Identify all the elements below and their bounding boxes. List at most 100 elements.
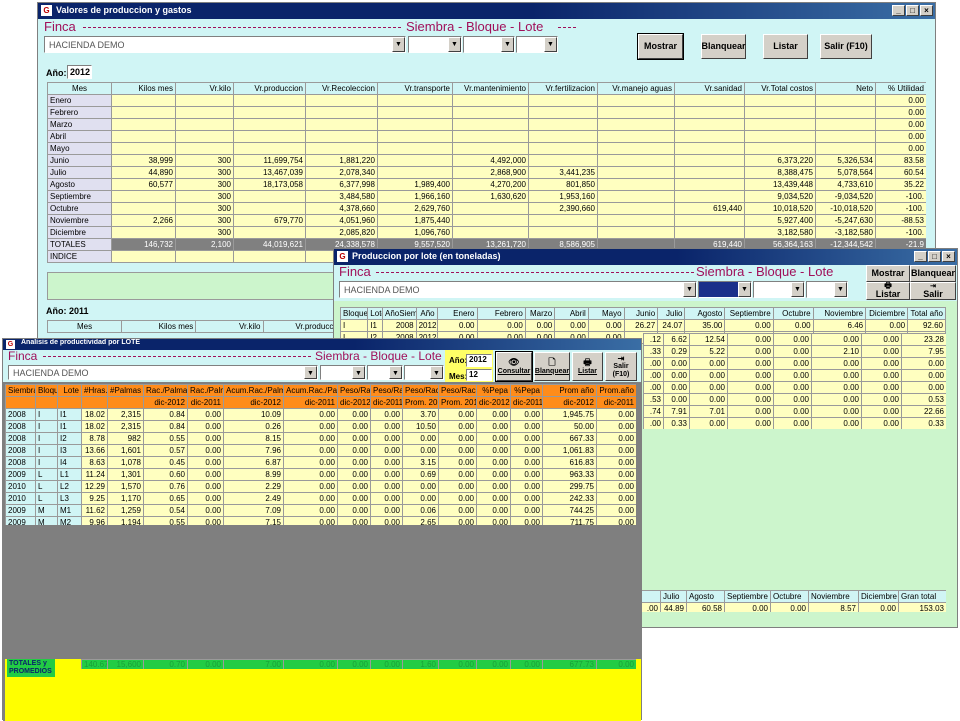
minimize-button[interactable]: _ [892, 5, 905, 16]
chevron-down-icon[interactable]: ▼ [392, 37, 405, 52]
bloque-select[interactable]: ▼ [463, 36, 515, 53]
lote-select[interactable]: ▼ [404, 365, 444, 380]
value-cell: I [340, 319, 369, 332]
listar-button[interactable]: 🖶 Listar [866, 281, 910, 300]
table-row[interactable]: .00 0.00 0.00 0.00 0.00 0.00 0.00 0.00 [643, 381, 946, 394]
productividad-grid[interactable]: SiembraBloqueLote#Hras.#PalmasRac./Palma… [5, 384, 636, 525]
title-bar[interactable]: G Valores de produccion y gastos _ □ × [38, 3, 935, 19]
table-row[interactable]: Septiembre 300 3,484,580 1,966,160 1,630,620… [47, 190, 926, 203]
siembra-select[interactable]: ▼ [698, 281, 752, 298]
table-row[interactable]: 2009 L L1 11.24 1,301 0.60 0.00 8.99 0.00 0.00 0.0… [5, 468, 636, 481]
column-header: Rac./Palma [187, 384, 224, 397]
table-row[interactable]: Diciembre 300 2,085,820 1,096,760 3,182,580-… [47, 226, 926, 239]
mostrar-button[interactable]: Mostrar [866, 265, 910, 282]
table-row[interactable]: Noviembre 2,266 300 679,770 4,051,960 1,875,4… [47, 214, 926, 227]
siembra-bloque-lote-label: Siembra - Bloque - Lote [406, 19, 544, 34]
table-row[interactable]: .33 0.29 5.22 0.00 0.00 2.10 0.00 7.95 [643, 345, 946, 358]
chevron-down-icon[interactable]: ▼ [544, 37, 557, 52]
table-row[interactable]: 2008 I I3 13.66 1,601 0.57 0.00 7.96 0.00 0.00 0.0… [5, 444, 636, 457]
value-cell [815, 130, 876, 143]
column-header: %Pepa [510, 384, 543, 397]
consultar-button[interactable]: 👁 Consultar [495, 351, 533, 382]
listar-button[interactable]: Listar [763, 34, 808, 59]
table-row[interactable]: 2010 L L2 12.29 1,570 0.76 0.00 2.29 0.00 0.00 0.0… [5, 480, 636, 493]
chevron-down-icon[interactable]: ▼ [738, 282, 751, 297]
chevron-down-icon[interactable]: ▼ [352, 366, 365, 379]
table-row[interactable]: Febrero 0.00 [47, 106, 926, 119]
lote-select[interactable]: ▼ [806, 281, 848, 298]
chevron-down-icon[interactable]: ▼ [304, 366, 317, 379]
blanquear-button[interactable]: Blanquear [910, 265, 956, 282]
value-cell: 6.87 [223, 456, 284, 469]
maximize-button[interactable]: □ [928, 251, 941, 262]
salir-button[interactable]: ⇥ Salir [910, 282, 956, 300]
value-cell: 6.62 [663, 333, 690, 346]
mostrar-button[interactable]: Mostrar [637, 33, 684, 60]
table-row[interactable]: 2010 L L3 9.25 1,170 0.65 0.00 2.49 0.00 0.00 0.00… [5, 492, 636, 505]
table-row[interactable]: Agosto 60,577 300 18,173,058 6,377,998 1,989,… [47, 178, 926, 191]
finca-select[interactable]: HACIENDA DEMO ▼ [339, 281, 697, 298]
year-input[interactable]: 2012 [466, 354, 492, 367]
table-row[interactable]: .00 0.00 0.00 0.00 0.00 0.00 0.00 0.00 [643, 357, 946, 370]
column-header: Kilos mes [111, 82, 176, 95]
mes-input[interactable]: 12 [466, 369, 492, 381]
table-row[interactable]: Junio 38,999 300 11,699,754 1,881,220 4,492,0… [47, 154, 926, 167]
value-cell [111, 94, 176, 107]
close-button[interactable]: × [942, 251, 955, 262]
table-row[interactable]: Marzo 0.00 [47, 118, 926, 131]
siembra-select[interactable]: ▼ [408, 36, 462, 53]
valores-grid[interactable]: Mes Kilos mes Vr.kilo Vr.produccion Vr.Recol… [47, 82, 926, 272]
table-row[interactable]: 2008 I I1 18.02 2,315 0.84 0.00 0.26 0.00 0.00 0.0… [5, 420, 636, 433]
listar-button[interactable]: 🖶 Listar [572, 352, 603, 381]
finca-select[interactable]: HACIENDA DEMO ▼ [8, 365, 318, 380]
chevron-down-icon[interactable]: ▼ [834, 282, 847, 297]
close-button[interactable]: × [920, 5, 933, 16]
column-header: Diciembre [865, 307, 909, 320]
table-row[interactable]: Enero 0.00 [47, 94, 926, 107]
table-row[interactable]: .00 0.33 0.00 0.00 0.00 0.00 0.00 0.33 [643, 417, 946, 429]
siembra-select[interactable]: ▼ [320, 365, 366, 380]
year-input[interactable]: 2012 [67, 65, 92, 79]
chevron-down-icon[interactable]: ▼ [389, 366, 402, 379]
salir-button[interactable]: Salir (F10) [820, 34, 872, 59]
table-row[interactable]: 2008 I I1 18.02 2,315 0.84 0.00 10.09 0.00 0.00 0.… [5, 408, 636, 421]
valores-grid-2011[interactable]: Mes Kilos mes Vr.kilo Vr.produccion [47, 320, 347, 334]
finca-select[interactable]: HACIENDA DEMO ▼ [44, 36, 406, 53]
lote-select[interactable]: ▼ [516, 36, 558, 53]
table-row[interactable]: .53 0.00 0.00 0.00 0.00 0.00 0.00 0.53 [643, 393, 946, 406]
table-row[interactable]: Abril 0.00 [47, 130, 926, 143]
table-row[interactable]: 2009 M M2 9.96 1,194 0.55 0.00 7.15 0.00 0.00 0.00… [5, 516, 636, 525]
chevron-down-icon[interactable]: ▼ [430, 366, 443, 379]
table-row[interactable]: .12 6.62 12.54 0.00 0.00 0.00 0.00 23.28 [643, 333, 946, 346]
value-cell: 0.00 [596, 516, 636, 525]
table-row[interactable]: Octubre 300 4,378,660 2,629,760 2,390,660 619… [47, 202, 926, 215]
minimize-button[interactable]: _ [914, 251, 927, 262]
table-row[interactable]: 2008 I I2 8.78 982 0.55 0.00 8.15 0.00 0.00 0.00 0.… [5, 432, 636, 445]
value-cell: 0.00 [811, 417, 862, 429]
table-row[interactable]: 2009 M M1 11.62 1,259 0.54 0.00 7.09 0.00 0.00 0.0… [5, 504, 636, 517]
table-row[interactable]: Mayo 0.00 [47, 142, 926, 155]
table-subheader-row: dic-2012 dic-2011 dic-2012 dic-2011 dic-2012… [5, 396, 636, 409]
table-row[interactable]: 2008 I I4 8.63 1,078 0.45 0.00 6.87 0.00 0.00 0.00… [5, 456, 636, 469]
chevron-down-icon[interactable]: ▼ [683, 282, 696, 297]
value-cell: 0.26 [223, 420, 284, 433]
salir-button[interactable]: ⇥ Salir (F10) [605, 352, 637, 381]
blanquear-button[interactable]: Blanquear [701, 34, 746, 59]
title-bar[interactable]: G Produccion por lote (en toneladas) _ □… [334, 249, 957, 265]
maximize-button[interactable]: □ [906, 5, 919, 16]
table-row[interactable]: .74 7.91 7.01 0.00 0.00 0.00 0.00 22.66 [643, 405, 946, 418]
value-cell: 2.29 [223, 480, 284, 493]
bloque-select[interactable]: ▼ [367, 365, 403, 380]
chevron-down-icon[interactable]: ▼ [501, 37, 514, 52]
table-row[interactable]: I I1 2008 2012 0.00 0.00 0.00 0.00 0.00 26.27 24.0… [340, 319, 946, 332]
table-row[interactable]: .00 0.00 0.00 0.00 0.00 0.00 0.00 0.00 [643, 369, 946, 382]
column-header: Enero [436, 307, 478, 320]
chevron-down-icon[interactable]: ▼ [448, 37, 461, 52]
chevron-down-icon[interactable]: ▼ [791, 282, 804, 297]
bloque-select[interactable]: ▼ [753, 281, 805, 298]
month-cell: Septiembre [47, 190, 112, 203]
month-cell: Enero [47, 94, 112, 107]
value-cell: 0.00 [596, 432, 636, 445]
blanquear-button[interactable]: 🗋 Blanquear [534, 352, 570, 381]
table-row[interactable]: Julio 44,890 300 13,467,039 2,078,340 2,868,9… [47, 166, 926, 179]
